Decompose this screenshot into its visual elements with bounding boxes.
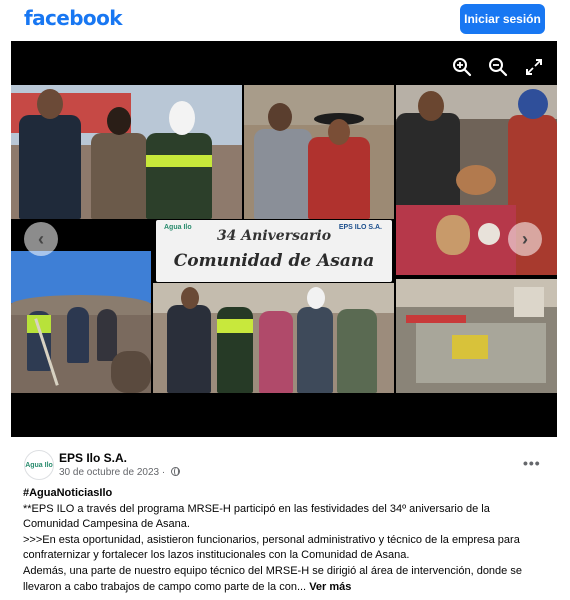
collage-photo-officials: [11, 85, 242, 219]
post-paragraph-1: **EPS ILO a través del programa MRSE-H p…: [23, 502, 490, 531]
see-more-link[interactable]: Ver más: [309, 581, 351, 593]
zoom-in-icon[interactable]: [452, 57, 472, 77]
hashtag-link[interactable]: #AguaNoticiasIlo: [23, 487, 112, 499]
post-paragraph-2: >>>En esta oportunidad, asistieron funci…: [23, 533, 520, 562]
chevron-left-icon: ‹: [38, 228, 44, 249]
photo-viewer[interactable]: Agua Ilo EPS ILO S.A. 34 Aniversario Com…: [11, 41, 557, 437]
previous-photo-button[interactable]: ‹: [24, 222, 58, 256]
more-options-icon[interactable]: •••: [523, 455, 541, 471]
collage-photo-group: [153, 283, 394, 393]
top-bar: facebook Iniciar sesión: [0, 0, 570, 40]
post-paragraph-3: Además, una parte de nuestro equipo técn…: [23, 564, 522, 593]
chevron-right-icon: ›: [522, 228, 528, 249]
banner-title: 34 Aniversario: [216, 228, 332, 244]
post-date[interactable]: 30 de octubre de 2023 ·: [59, 467, 180, 478]
next-photo-button[interactable]: ›: [508, 222, 542, 256]
photo-collage: Agua Ilo EPS ILO S.A. 34 Aniversario Com…: [11, 85, 557, 393]
collage-photo-fieldwork: [11, 251, 151, 393]
banner-subtitle: Comunidad de Asana: [173, 251, 375, 271]
globe-icon: [170, 467, 180, 476]
collage-photo-ceremony: [244, 85, 394, 219]
fullscreen-icon[interactable]: [524, 57, 544, 77]
post-date-text: 30 de octubre de 2023 ·: [59, 467, 166, 478]
page-name[interactable]: EPS Ilo S.A.: [59, 451, 127, 465]
anniversary-banner: Agua Ilo EPS ILO S.A. 34 Aniversario Com…: [156, 220, 392, 282]
post-header: Agua Ilo EPS Ilo S.A. 30 de octubre de 2…: [11, 447, 557, 487]
zoom-out-icon[interactable]: [488, 57, 508, 77]
collage-photo-plaza: [396, 279, 557, 393]
login-button[interactable]: Iniciar sesión: [460, 4, 545, 34]
facebook-logo[interactable]: facebook: [24, 6, 123, 30]
page-avatar[interactable]: Agua Ilo: [24, 450, 54, 480]
post-text: #AguaNoticiasIlo **EPS ILO a través del …: [23, 486, 543, 595]
